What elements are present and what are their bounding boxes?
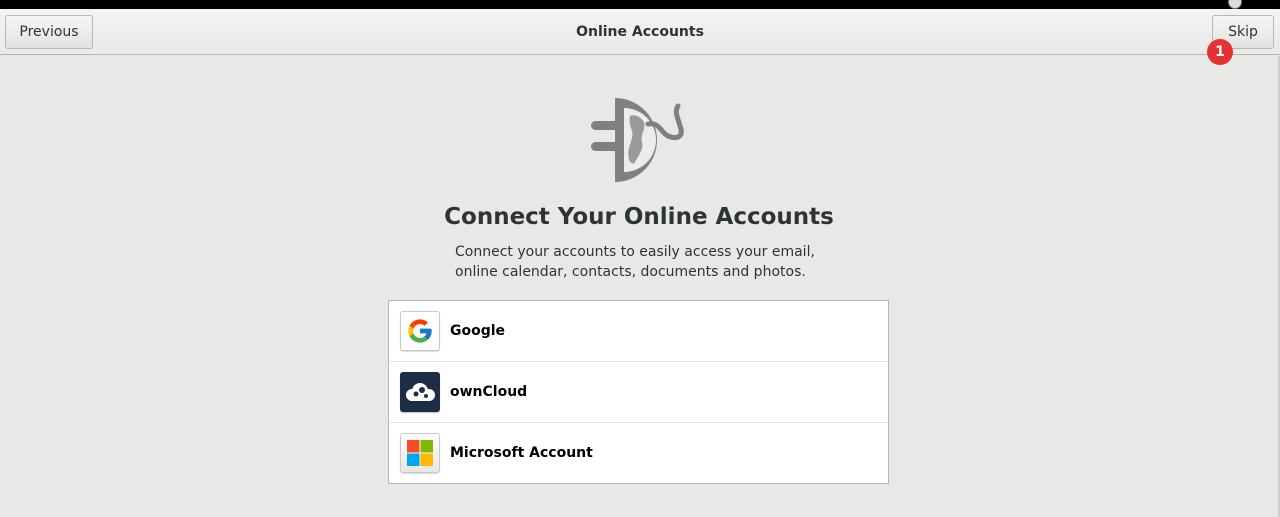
- owncloud-icon: [400, 372, 440, 412]
- previous-button[interactable]: Previous: [5, 15, 93, 49]
- top-strip: [0, 0, 1280, 9]
- provider-label: Microsoft Account: [450, 445, 593, 461]
- provider-row-google[interactable]: Google: [389, 301, 888, 362]
- description-line: online calendar, contacts, documents and…: [455, 264, 806, 280]
- google-icon: [400, 311, 440, 351]
- provider-label: Google: [450, 323, 506, 339]
- microsoft-icon: [400, 433, 440, 473]
- description-line: Connect your accounts to easily access y…: [455, 244, 815, 260]
- header-bar: Online Accounts Previous Skip: [0, 9, 1280, 55]
- provider-row-microsoft[interactable]: Microsoft Account: [389, 423, 888, 483]
- provider-row-owncloud[interactable]: ownCloud: [389, 362, 888, 423]
- page-heading: Connect Your Online Accounts: [444, 204, 834, 230]
- notification-badge: 1: [1207, 39, 1233, 65]
- corner-indicator: [1228, 0, 1242, 9]
- page-description: Connect your accounts to easily access y…: [455, 242, 835, 282]
- provider-label: ownCloud: [450, 384, 528, 400]
- provider-list: Google ownCloud Microsoft Account: [388, 300, 889, 484]
- window-title: Online Accounts: [576, 24, 704, 40]
- online-accounts-plug-icon: [591, 98, 684, 182]
